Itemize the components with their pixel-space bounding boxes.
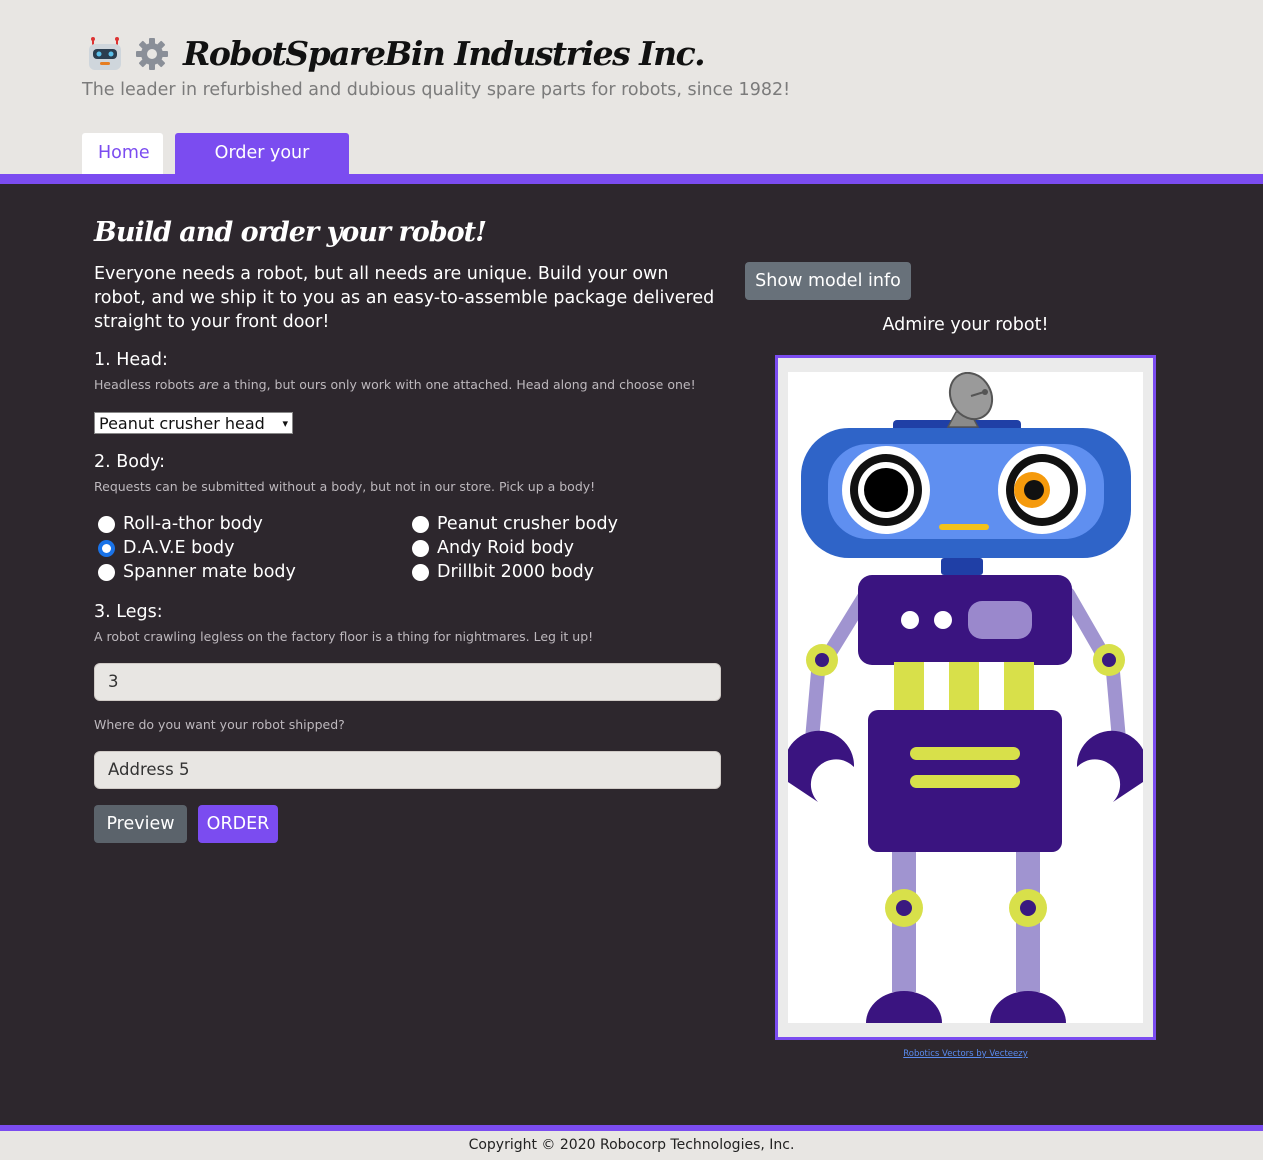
site-footer: Copyright © 2020 Robocorp Technologies, … [0,1131,1263,1160]
site-tagline: The leader in refurbished and dubious qu… [82,80,791,100]
brand: RobotSpareBin Industries Inc. [87,34,706,73]
preview-caption: Admire your robot! [882,315,1049,335]
radio-dave[interactable]: D.A.V.E body [98,538,234,558]
radio-circle[interactable] [412,563,429,581]
radio-circle[interactable] [98,563,115,581]
nav-tabs: Home Order your robot! [82,133,349,204]
radio-drillbit-2000[interactable]: Drillbit 2000 body [412,562,594,582]
radio-label: Andy Roid body [437,538,574,558]
header-divider [0,174,1263,184]
robot-preview-frame [775,355,1156,1040]
radio-circle[interactable] [98,515,115,533]
chevron-down-icon: ▾ [282,416,288,430]
radio-circle-checked[interactable] [98,539,115,557]
tab-home[interactable]: Home [82,133,163,174]
radio-label: Roll-a-thor body [123,514,263,534]
radio-label: D.A.V.E body [123,538,235,558]
radio-peanut-crusher[interactable]: Peanut crusher body [412,514,618,534]
order-button[interactable]: ORDER [198,805,278,843]
radio-andy-roid[interactable]: Andy Roid body [412,538,574,558]
address-hint: Where do you want your robot shipped? [94,717,345,732]
legs-input[interactable]: 3 [94,663,721,701]
show-model-info-button[interactable]: Show model info [745,262,911,300]
image-credit-link[interactable]: Robotics Vectors by Vecteezy [775,1049,1156,1059]
body-label: 2. Body: [94,452,166,472]
body-hint: Requests can be submitted without a body… [94,479,596,494]
radio-spanner-mate[interactable]: Spanner mate body [98,562,296,582]
radio-roll-a-thor[interactable]: Roll-a-thor body [98,514,263,534]
legs-hint: A robot crawling legless on the factory … [94,629,594,644]
site-title: RobotSpareBin Industries Inc. [183,34,706,73]
head-hint: Headless robots are a thing, but ours on… [94,377,696,392]
radio-label: Drillbit 2000 body [437,562,595,582]
head-select[interactable]: Peanut crusher head ▾ [94,412,293,434]
radio-circle[interactable] [412,539,429,557]
satellite-dish-icon [893,372,1021,432]
preview-button[interactable]: Preview [94,805,187,843]
gear-icon [136,37,168,70]
page-title: Build and order your robot! [94,217,487,248]
head-select-value: Peanut crusher head [99,413,265,433]
robot-preview-image [788,372,1143,1023]
radio-label: Peanut crusher body [437,514,618,534]
head-label: 1. Head: [94,350,168,370]
tab-order-robot[interactable]: Order your robot! [175,133,349,204]
site-header: RobotSpareBin Industries Inc. The leader… [0,0,1263,204]
radio-circle[interactable] [412,515,429,533]
robot-illustration [788,372,1143,1023]
robot-face-icon [89,36,121,70]
intro-text: Everyone needs a robot, but all needs ar… [94,264,715,332]
legs-label: 3. Legs: [94,602,163,622]
address-input[interactable]: Address 5 [94,751,721,789]
radio-label: Spanner mate body [123,562,296,582]
order-form-section: Build and order your robot! Everyone nee… [0,184,1263,1125]
